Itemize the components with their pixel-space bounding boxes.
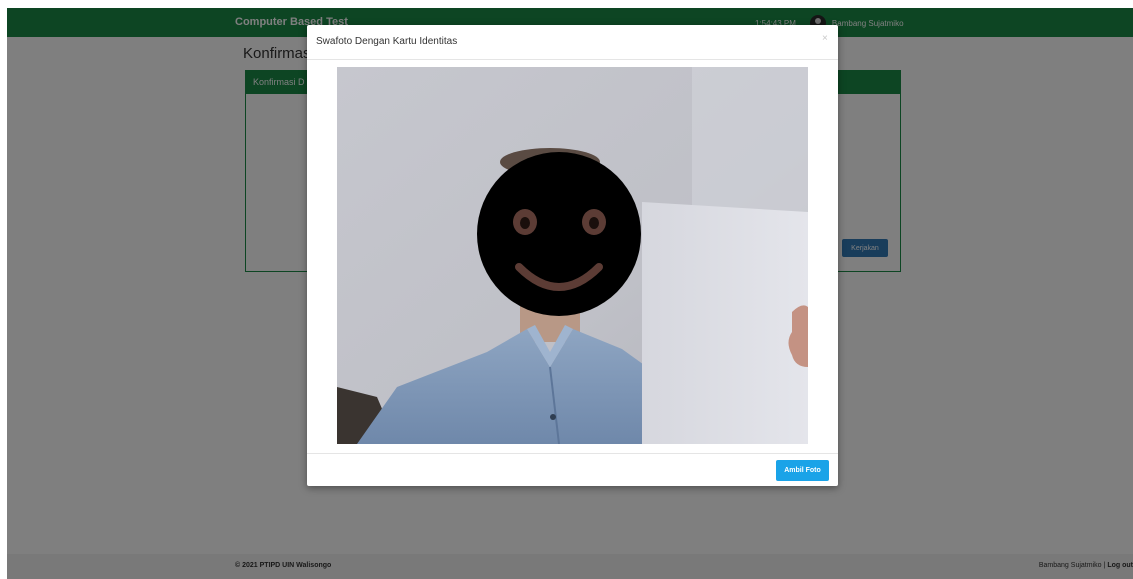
webcam-feed-image bbox=[337, 67, 808, 444]
app-window: Computer Based Test 1:54:43 PM Bambang S… bbox=[7, 8, 1133, 579]
modal-header: Swafoto Dengan Kartu Identitas × bbox=[307, 25, 838, 60]
modal-title: Swafoto Dengan Kartu Identitas bbox=[316, 36, 458, 47]
selfie-modal: Swafoto Dengan Kartu Identitas × Ambil F… bbox=[307, 25, 838, 486]
modal-footer: Ambil Foto bbox=[307, 453, 838, 487]
close-icon[interactable]: × bbox=[822, 33, 828, 44]
take-photo-button[interactable]: Ambil Foto bbox=[776, 460, 829, 481]
camera-preview bbox=[337, 67, 808, 444]
